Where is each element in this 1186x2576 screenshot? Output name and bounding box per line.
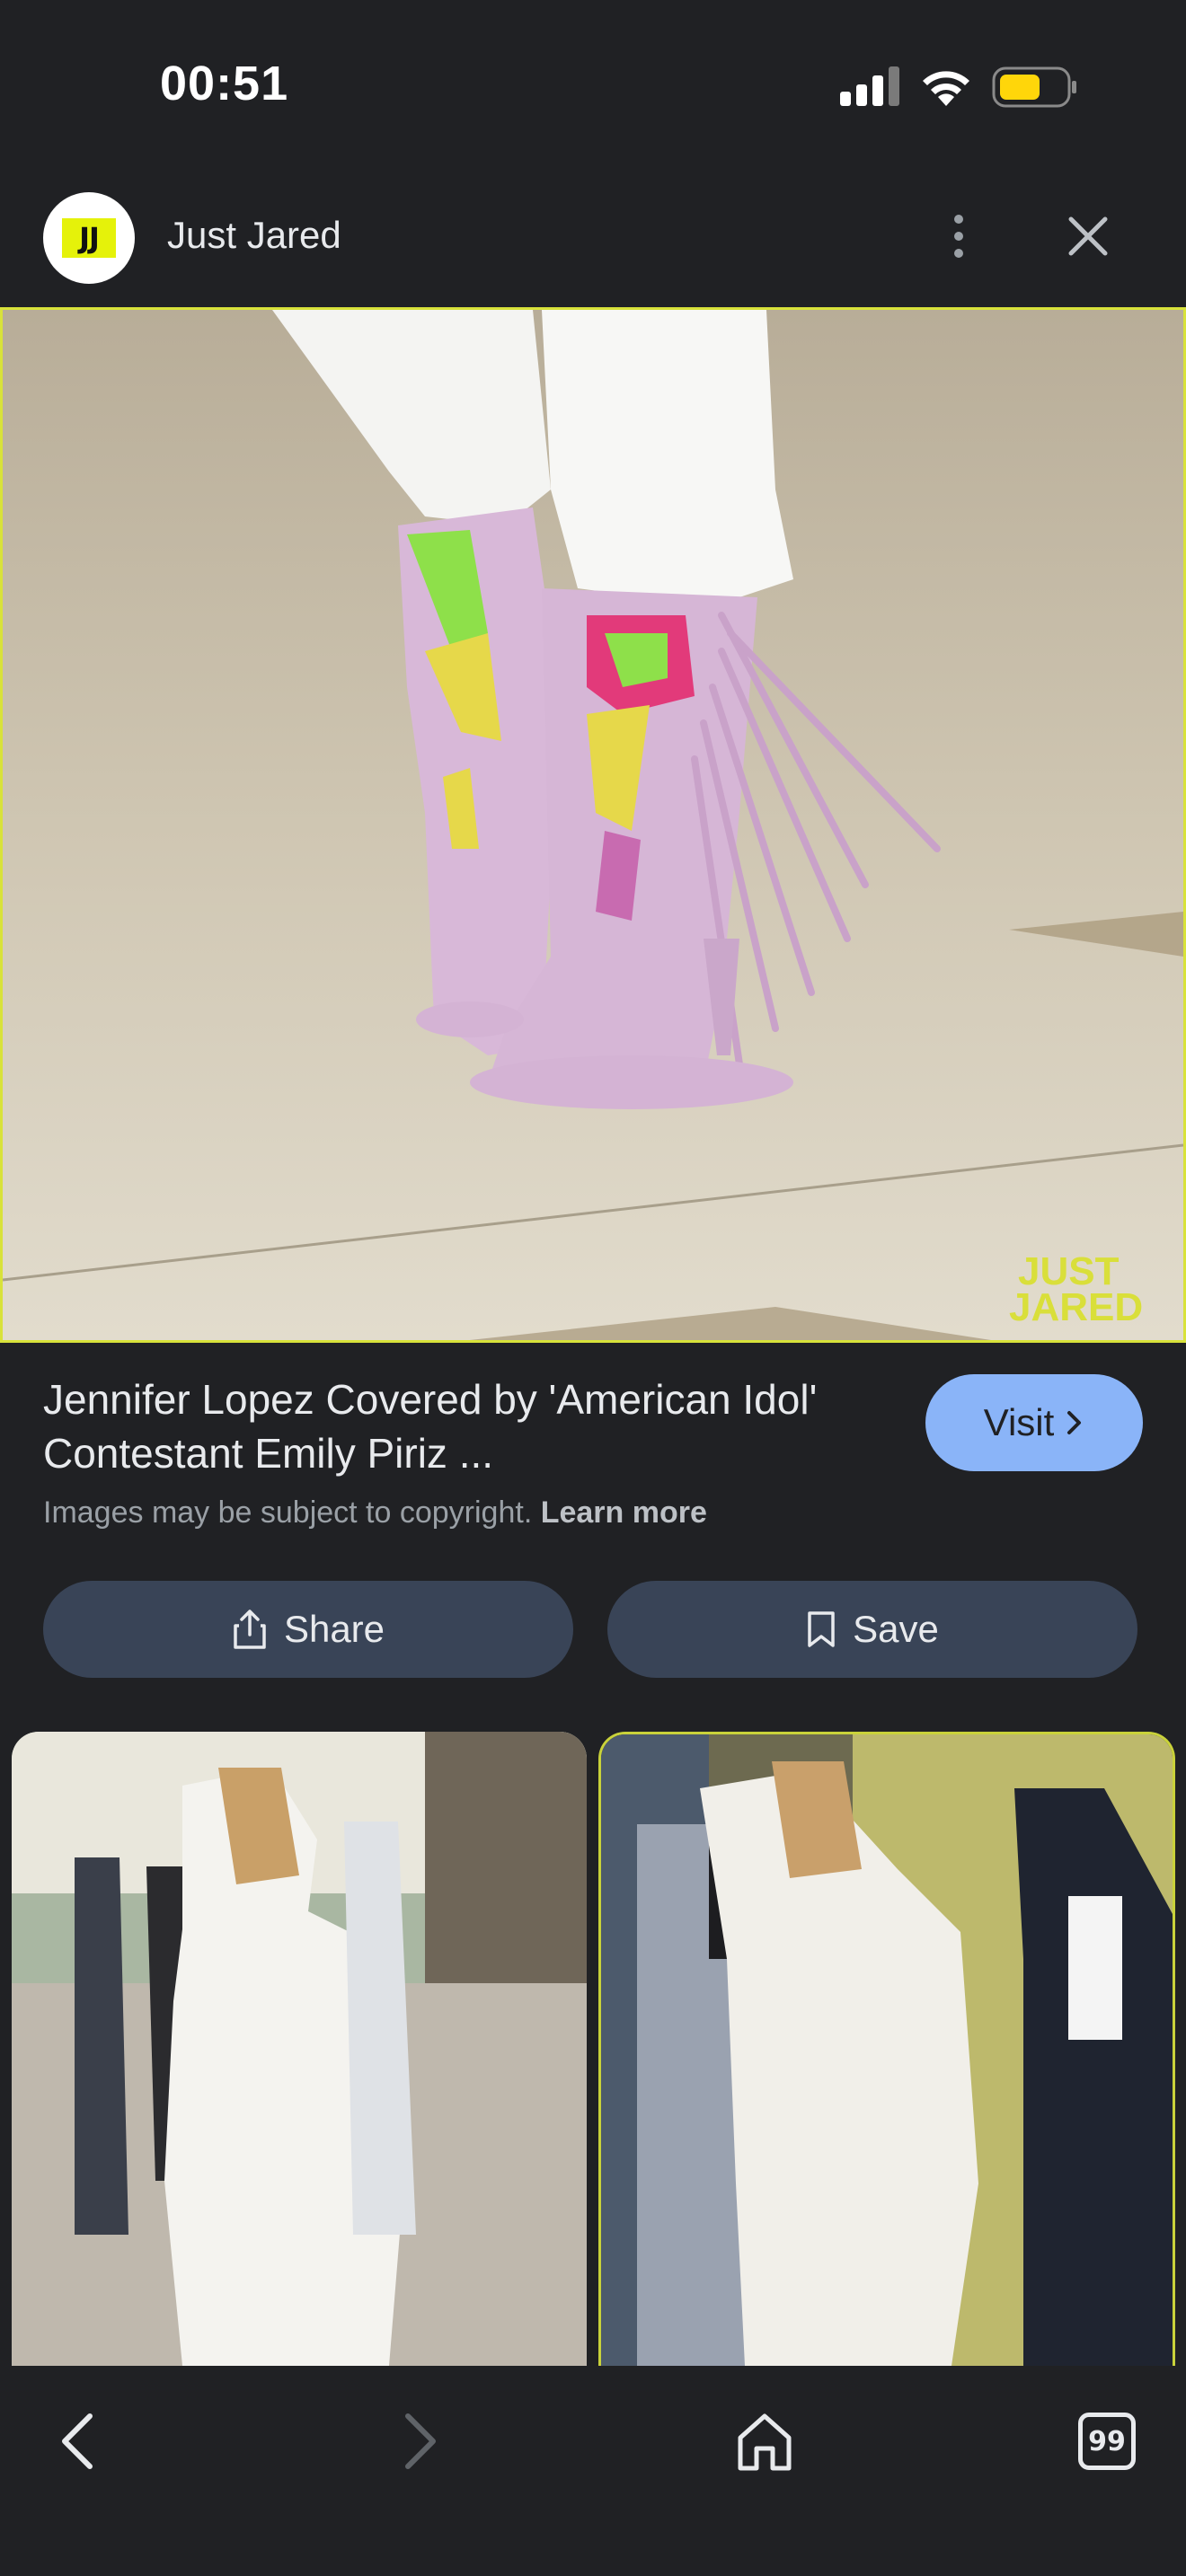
shoes-photo: JUST JARED: [3, 310, 1183, 1340]
site-logo-text: JJ: [62, 218, 116, 258]
copyright-text: Images may be subject to copyright.: [43, 1495, 533, 1530]
cellular-signal-icon: [840, 66, 899, 106]
back-arrow-icon[interactable]: [50, 2405, 104, 2477]
more-options-button[interactable]: [934, 205, 983, 268]
more-dot-icon: [954, 215, 963, 224]
share-icon: [234, 1610, 266, 1649]
related-photo-2: [601, 1734, 1173, 2366]
result-title[interactable]: Jennifer Lopez Covered by 'American Idol…: [43, 1372, 906, 1480]
related-photo-1: [12, 1732, 587, 2366]
site-logo[interactable]: JJ: [43, 192, 135, 284]
main-image[interactable]: JUST JARED: [0, 307, 1186, 1343]
bookmark-icon: [808, 1611, 835, 1647]
related-image-1[interactable]: [12, 1732, 587, 2366]
chevron-right-icon: [1067, 1411, 1082, 1434]
learn-more-link[interactable]: Learn more: [541, 1495, 707, 1530]
status-time: 00:51: [160, 57, 289, 110]
share-label: Share: [283, 1608, 385, 1650]
visit-button[interactable]: Visit: [925, 1374, 1143, 1471]
tabs-button[interactable]: 99: [1078, 2413, 1136, 2470]
copyright-notice: Images may be subject to copyright. Lear…: [43, 1495, 707, 1531]
more-dot-icon: [954, 249, 963, 258]
site-name[interactable]: Just Jared: [167, 214, 341, 257]
site-header: JJ Just Jared: [0, 180, 1186, 305]
watermark-line2: JARED: [1009, 1285, 1143, 1329]
forward-arrow-icon[interactable]: [394, 2405, 447, 2477]
status-bar: 00:51: [0, 0, 1186, 171]
battery-icon: [992, 66, 1076, 108]
save-button[interactable]: Save: [607, 1581, 1137, 1678]
share-button[interactable]: Share: [43, 1581, 573, 1678]
bottom-nav: 99: [0, 2366, 1186, 2576]
related-image-2[interactable]: [598, 1732, 1175, 2366]
home-icon[interactable]: [733, 2405, 796, 2477]
visit-label: Visit: [983, 1401, 1055, 1443]
close-button[interactable]: [1060, 208, 1116, 264]
more-dot-icon: [954, 232, 963, 241]
save-label: Save: [853, 1608, 939, 1650]
wifi-icon: [923, 71, 969, 106]
